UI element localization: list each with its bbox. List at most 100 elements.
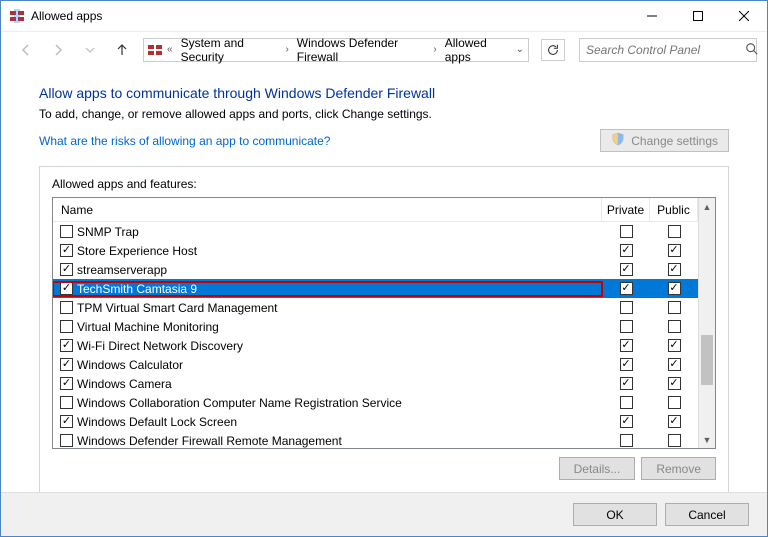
chevron-right-icon: › — [283, 44, 290, 55]
crumb-allowed-apps[interactable]: Allowed apps — [439, 39, 514, 61]
scroll-track[interactable] — [699, 215, 715, 431]
ok-button[interactable]: OK — [573, 503, 657, 526]
row-name-checkbox[interactable] — [60, 396, 73, 409]
table-row[interactable]: Windows Collaboration Computer Name Regi… — [53, 393, 698, 412]
scroll-down-button[interactable]: ▼ — [699, 431, 715, 448]
titlebar: Allowed apps — [1, 1, 767, 31]
maximize-button[interactable] — [675, 1, 721, 31]
table-row[interactable]: Windows Defender Firewall Remote Managem… — [53, 431, 698, 448]
scroll-thumb[interactable] — [701, 335, 713, 385]
row-public-checkbox[interactable] — [668, 225, 681, 238]
row-name-checkbox[interactable] — [60, 415, 73, 428]
row-private-checkbox[interactable] — [620, 358, 633, 371]
shield-icon — [611, 132, 625, 149]
table-row[interactable]: Windows Camera — [53, 374, 698, 393]
row-public-checkbox[interactable] — [668, 244, 681, 257]
column-public[interactable]: Public — [650, 198, 698, 221]
table-row[interactable]: SNMP Trap — [53, 222, 698, 241]
row-name-checkbox[interactable] — [60, 358, 73, 371]
row-private-checkbox[interactable] — [620, 244, 633, 257]
table-row[interactable]: Store Experience Host — [53, 241, 698, 260]
refresh-button[interactable] — [541, 39, 565, 61]
page-subtext: To add, change, or remove allowed apps a… — [39, 107, 729, 121]
row-public-checkbox[interactable] — [668, 415, 681, 428]
row-public-checkbox[interactable] — [668, 339, 681, 352]
row-name-checkbox[interactable] — [60, 263, 73, 276]
row-private-checkbox[interactable] — [620, 339, 633, 352]
row-private-checkbox[interactable] — [620, 225, 633, 238]
row-private-checkbox[interactable] — [620, 377, 633, 390]
row-label: Windows Collaboration Computer Name Regi… — [77, 396, 402, 410]
table-row[interactable]: streamserverapp — [53, 260, 698, 279]
risk-link[interactable]: What are the risks of allowing an app to… — [39, 134, 330, 148]
row-public-checkbox[interactable] — [668, 396, 681, 409]
row-label: Store Experience Host — [77, 244, 197, 258]
row-private-checkbox[interactable] — [620, 301, 633, 314]
back-button[interactable] — [15, 39, 37, 61]
row-public-checkbox[interactable] — [668, 263, 681, 276]
breadcrumb[interactable]: « System and Security › Windows Defender… — [143, 38, 529, 62]
row-label: SNMP Trap — [77, 225, 139, 239]
chevron-down-icon[interactable]: ⌄ — [514, 44, 526, 55]
remove-button[interactable]: Remove — [641, 457, 716, 480]
forward-button[interactable] — [47, 39, 69, 61]
change-settings-button[interactable]: Change settings — [600, 129, 729, 152]
crumb-system-security[interactable]: System and Security — [175, 39, 284, 61]
row-name-checkbox[interactable] — [60, 244, 73, 257]
row-name-checkbox[interactable] — [60, 320, 73, 333]
row-public-checkbox[interactable] — [668, 358, 681, 371]
table-row[interactable]: TPM Virtual Smart Card Management — [53, 298, 698, 317]
up-button[interactable] — [111, 39, 133, 61]
row-public-checkbox[interactable] — [668, 320, 681, 333]
firewall-icon — [9, 8, 25, 24]
row-public-checkbox[interactable] — [668, 377, 681, 390]
navbar: « System and Security › Windows Defender… — [1, 31, 767, 67]
row-name-checkbox[interactable] — [60, 282, 73, 295]
content: Allow apps to communicate through Window… — [1, 67, 767, 492]
table-row[interactable]: Windows Calculator — [53, 355, 698, 374]
row-private-checkbox[interactable] — [620, 282, 633, 295]
row-name-checkbox[interactable] — [60, 225, 73, 238]
row-private-checkbox[interactable] — [620, 415, 633, 428]
row-name-checkbox[interactable] — [60, 377, 73, 390]
row-public-checkbox[interactable] — [668, 282, 681, 295]
row-public-checkbox[interactable] — [668, 434, 681, 447]
row-name-checkbox[interactable] — [60, 339, 73, 352]
row-label: Windows Calculator — [77, 358, 183, 372]
row-private-checkbox[interactable] — [620, 434, 633, 447]
column-private[interactable]: Private — [602, 198, 650, 221]
window-title: Allowed apps — [31, 9, 102, 23]
row-label: TechSmith Camtasia 9 — [77, 282, 197, 296]
table-row[interactable]: Windows Default Lock Screen — [53, 412, 698, 431]
chevron-left-icon[interactable]: « — [165, 44, 175, 55]
row-name-checkbox[interactable] — [60, 301, 73, 314]
row-private-checkbox[interactable] — [620, 320, 633, 333]
change-settings-label: Change settings — [631, 134, 718, 148]
row-label: streamserverapp — [77, 263, 167, 277]
row-private-checkbox[interactable] — [620, 263, 633, 276]
row-label: Windows Defender Firewall Remote Managem… — [77, 434, 342, 448]
table-row[interactable]: Wi-Fi Direct Network Discovery — [53, 336, 698, 355]
cancel-button[interactable]: Cancel — [665, 503, 749, 526]
table-row[interactable]: TechSmith Camtasia 9 — [53, 279, 698, 298]
crumb-firewall[interactable]: Windows Defender Firewall — [291, 39, 432, 61]
group-label: Allowed apps and features: — [52, 177, 716, 191]
window: Allowed apps « System and Security › Win… — [0, 0, 768, 537]
details-button[interactable]: Details... — [559, 457, 636, 480]
chevron-right-icon: › — [431, 44, 438, 55]
scroll-up-button[interactable]: ▲ — [699, 198, 715, 215]
minimize-button[interactable] — [629, 1, 675, 31]
search-icon[interactable] — [745, 42, 759, 58]
row-public-checkbox[interactable] — [668, 301, 681, 314]
column-name[interactable]: Name — [53, 198, 602, 221]
recent-dropdown[interactable] — [79, 39, 101, 61]
firewall-icon — [147, 42, 163, 58]
search-input[interactable] — [584, 42, 745, 58]
search-box[interactable] — [579, 38, 757, 62]
table-row[interactable]: Virtual Machine Monitoring — [53, 317, 698, 336]
row-name-checkbox[interactable] — [60, 434, 73, 447]
close-button[interactable] — [721, 1, 767, 31]
scrollbar[interactable]: ▲ ▼ — [698, 198, 715, 448]
row-label: Windows Default Lock Screen — [77, 415, 237, 429]
row-private-checkbox[interactable] — [620, 396, 633, 409]
